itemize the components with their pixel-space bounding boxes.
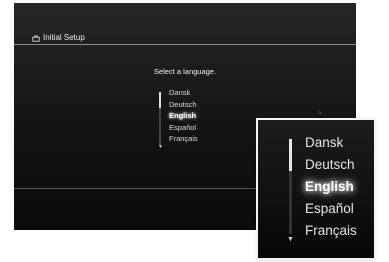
- zoom-language-option-english: English: [305, 179, 354, 194]
- zoom-scrollbar: [289, 139, 292, 234]
- language-list-zoom-callout: ▼ Dansk Deutsch English Español Français: [258, 120, 374, 258]
- zoom-language-option-deutsch: Deutsch: [305, 157, 355, 172]
- zoom-scroll-down-arrow-icon: ▼: [287, 236, 294, 243]
- language-option-francais[interactable]: Français: [169, 133, 198, 145]
- header-divider: [14, 44, 356, 45]
- language-option-espanol[interactable]: Español: [169, 122, 198, 134]
- zoom-language-list: Dansk Deutsch English Español Français: [305, 132, 357, 242]
- scroll-down-arrow-icon: ▼: [158, 144, 163, 150]
- language-option-dansk[interactable]: Dansk: [169, 87, 198, 99]
- language-prompt: Select a language.: [153, 67, 217, 76]
- language-list: Dansk Deutsch English Español Français: [169, 87, 198, 145]
- zoom-language-option-espanol: Español: [305, 201, 354, 216]
- zoom-scrollbar-thumb: [289, 139, 292, 171]
- page-title: Initial Setup: [32, 33, 85, 42]
- language-option-deutsch[interactable]: Deutsch: [169, 99, 198, 111]
- language-option-english[interactable]: English: [169, 110, 198, 122]
- scrollbar-thumb[interactable]: [159, 92, 161, 108]
- page-title-label: Initial Setup: [43, 33, 85, 42]
- zoom-language-option-dansk: Dansk: [305, 135, 344, 150]
- language-list-scrollbar[interactable]: [159, 92, 161, 145]
- chevron-right-icon: >: [318, 111, 322, 117]
- zoom-language-option-francais: Français: [305, 223, 357, 238]
- toolbox-icon: [32, 34, 40, 42]
